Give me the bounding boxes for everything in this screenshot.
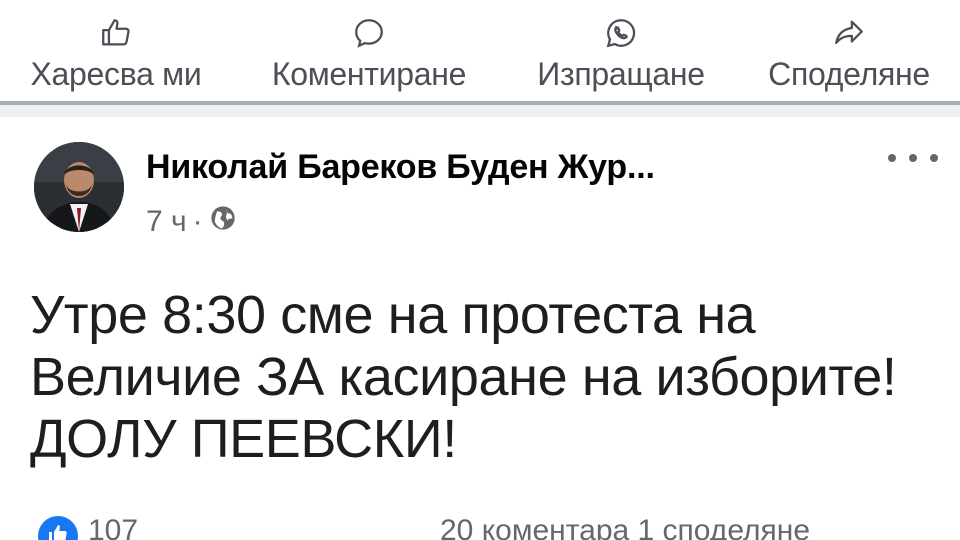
- send-label: Изпращане: [537, 56, 705, 92]
- more-dot-icon: [930, 154, 938, 162]
- post-separator: [0, 105, 960, 117]
- like-count[interactable]: 107: [88, 514, 138, 540]
- post-time[interactable]: 7 ч: [146, 205, 187, 239]
- meta-separator: ·: [192, 205, 203, 238]
- comments-shares-count[interactable]: 20 коментара 1 споделяне: [440, 514, 810, 540]
- thumbs-up-icon: [96, 12, 136, 54]
- more-options-button[interactable]: [888, 148, 938, 168]
- like-button[interactable]: Харесва ми: [6, 12, 226, 93]
- post-text: Утре 8:30 сме на протеста на Величие ЗА …: [30, 285, 897, 469]
- share-button[interactable]: Споделяне: [748, 12, 950, 93]
- share-label: Споделяне: [768, 56, 930, 92]
- more-dot-icon: [888, 154, 896, 162]
- share-icon: [829, 12, 869, 54]
- like-reaction-icon[interactable]: [38, 516, 78, 540]
- comment-button[interactable]: Коментиране: [244, 12, 494, 93]
- comment-label: Коментиране: [271, 56, 467, 92]
- send-whatsapp-button[interactable]: Изпращане: [514, 12, 728, 93]
- whatsapp-icon: [601, 12, 641, 54]
- post-meta: 7 ч ·: [146, 204, 237, 240]
- author-name[interactable]: Николай Бареков Буден Жур...: [146, 148, 655, 187]
- like-label: Харесва ми: [30, 56, 202, 92]
- post-header: Николай Бареков Буден Жур... 7 ч ·: [0, 118, 960, 248]
- post-footer: 107 20 коментара 1 споделяне: [0, 512, 960, 540]
- more-dot-icon: [909, 154, 917, 162]
- globe-icon: [209, 204, 237, 240]
- avatar[interactable]: [34, 142, 124, 232]
- post-action-bar: Харесва ми Коментиране Изпращане Споделя…: [0, 0, 960, 100]
- comment-icon: [349, 12, 389, 54]
